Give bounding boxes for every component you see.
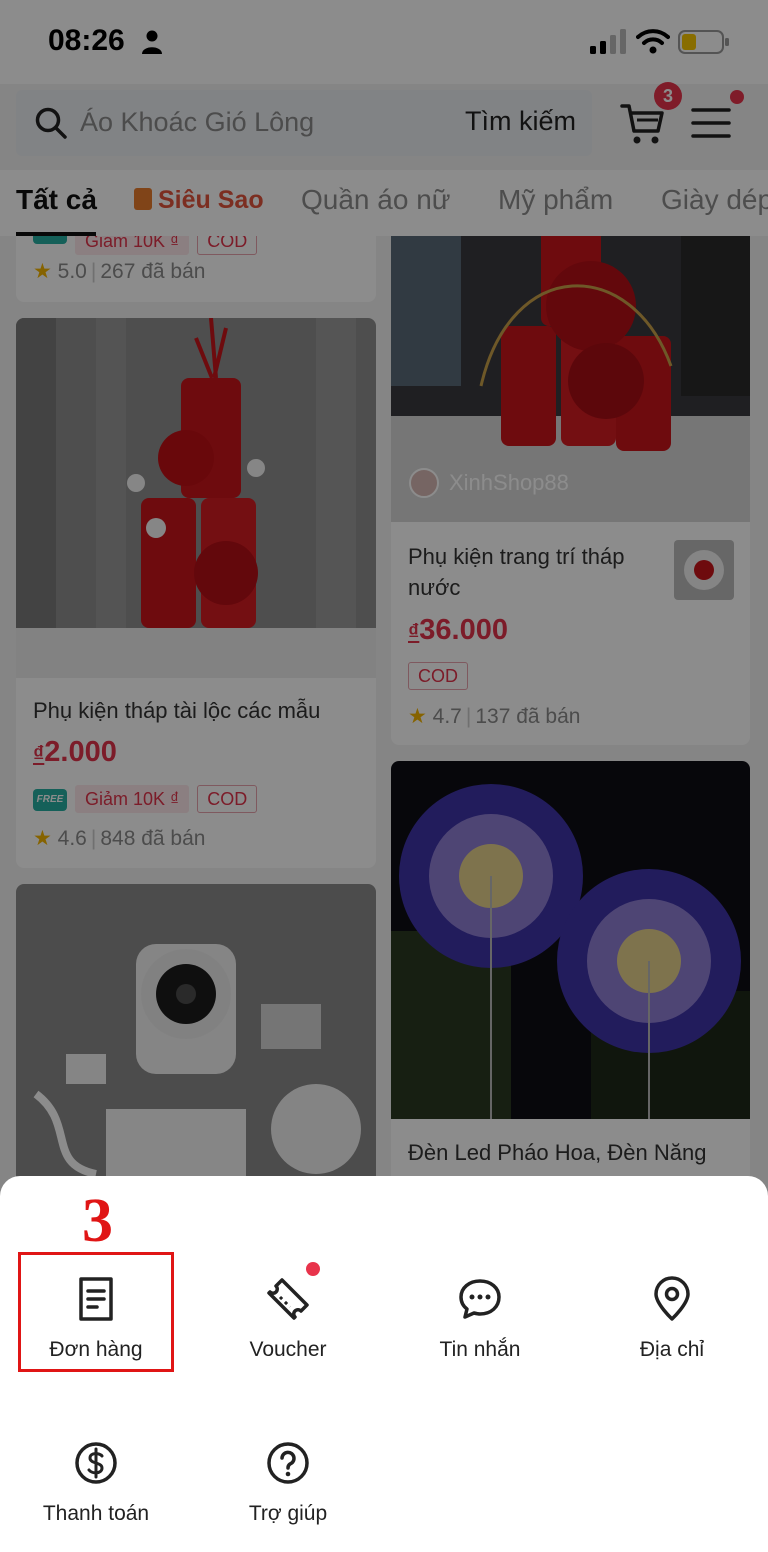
menu-sheet: 3 Đơn hàng Voucher Tin nhắn Địa chỉ Than… bbox=[0, 1176, 768, 1552]
location-icon bbox=[654, 1276, 690, 1321]
sheet-item-messages[interactable]: Tin nhắn bbox=[384, 1276, 576, 1394]
sheet-item-label: Thanh toán bbox=[42, 1502, 150, 1525]
sheet-item-address[interactable]: Địa chỉ bbox=[576, 1276, 768, 1394]
sheet-item-label: Trợ giúp bbox=[248, 1502, 328, 1525]
sheet-item-label: Voucher bbox=[249, 1338, 327, 1361]
sheet-item-help[interactable]: Trợ giúp bbox=[192, 1440, 384, 1552]
sheet-item-payment[interactable]: Thanh toán bbox=[0, 1440, 192, 1552]
step-annotation: 3 bbox=[82, 1187, 113, 1255]
sheet-item-label: Địa chỉ bbox=[639, 1338, 705, 1361]
help-icon bbox=[267, 1442, 309, 1484]
sheet-item-label: Tin nhắn bbox=[439, 1338, 521, 1361]
sheet-item-voucher[interactable]: Voucher bbox=[192, 1276, 384, 1394]
highlight-box bbox=[18, 1252, 174, 1372]
voucher-notification-dot bbox=[306, 1262, 320, 1276]
dollar-icon bbox=[75, 1442, 117, 1484]
message-icon bbox=[459, 1279, 501, 1319]
voucher-icon bbox=[267, 1278, 309, 1320]
